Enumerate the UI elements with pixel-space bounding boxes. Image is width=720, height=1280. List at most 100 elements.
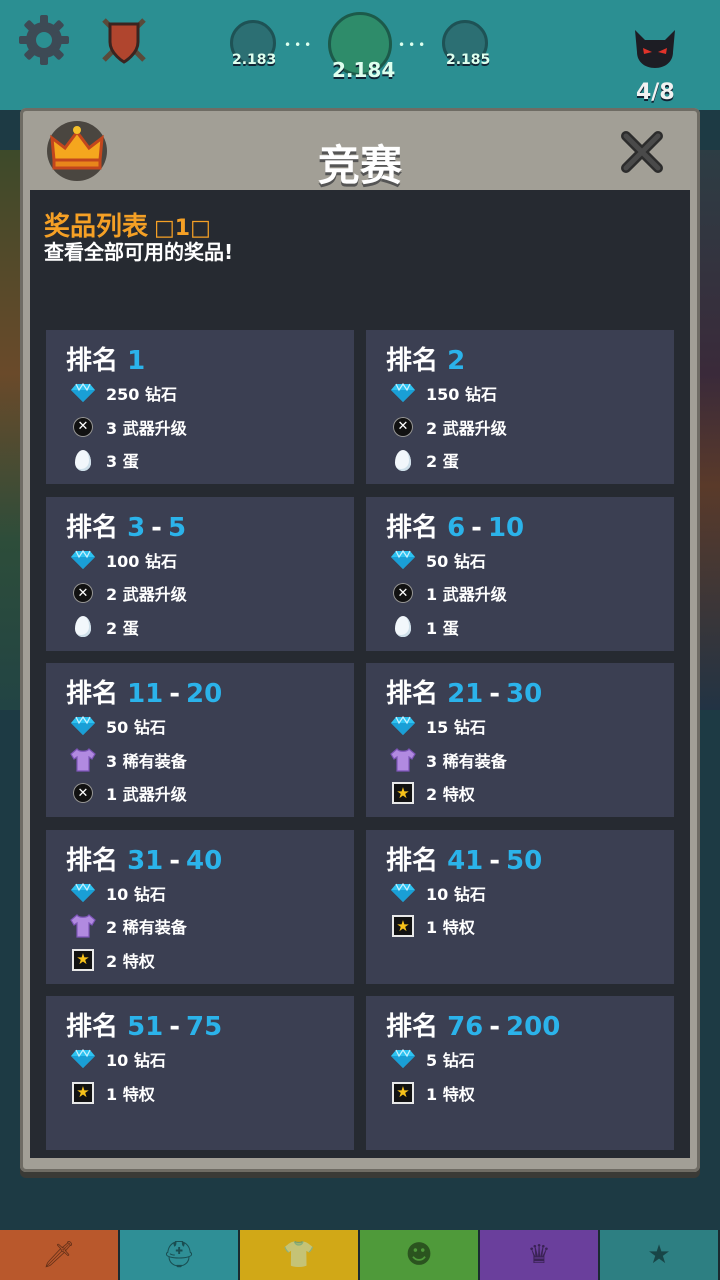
sword-icon: 🗡 — [42, 1240, 76, 1270]
close-icon[interactable] — [616, 126, 668, 178]
reward-row: 15 钻石 — [388, 711, 486, 741]
tab-equipment[interactable]: 👕 — [240, 1230, 360, 1280]
reward-row: 50 钻石 — [68, 711, 166, 741]
reward-text: 5 钻石 — [426, 1051, 475, 1070]
weapon-upgrade-icon: ✕ — [388, 412, 418, 442]
privilege-star-icon: ★ — [68, 1078, 98, 1108]
rank-dash: - — [489, 1012, 501, 1042]
reward-row: 2 稀有装备 — [68, 911, 187, 941]
modal-title: 竞赛 — [317, 141, 402, 190]
monster-icon: ☻ — [405, 1240, 433, 1270]
level-label-next: 2.185 — [446, 52, 491, 68]
settings-gear-icon[interactable] — [14, 10, 74, 70]
reward-row: ✕ 3 武器升级 — [68, 412, 187, 442]
reward-text: 2 武器升级 — [106, 585, 187, 604]
reward-row: 3 蛋 — [68, 445, 139, 475]
rank-from: 1 — [127, 346, 146, 376]
reward-text: 2 武器升级 — [426, 418, 507, 438]
prize-card: 排名 11-20 50 钻石 3 稀有装备 ✕ 1 武器升级 — [46, 663, 354, 817]
boss-face-icon[interactable] — [630, 24, 680, 72]
reward-text: 2 稀有装备 — [106, 918, 187, 937]
rank-from: 41 — [447, 845, 484, 876]
tournament-modal: 竞赛 奖品列表 □1□ 查看全部可用的奖品! 排名 1 250 钻石 ✕ 3 武器升级 3… — [20, 108, 700, 1172]
prize-card: 排名 31-40 10 钻石 2 稀有装备 ★ 2 特权 — [46, 829, 354, 984]
reward-row: 2 蛋 — [68, 612, 139, 642]
egg-icon — [388, 612, 418, 642]
reward-row: 50 钻石 — [388, 545, 486, 575]
tab-achievements[interactable]: ★ — [600, 1230, 720, 1280]
rank-label: 排名 — [386, 679, 448, 709]
rank-to: 20 — [186, 679, 223, 709]
tab-pets[interactable]: ☻ — [360, 1230, 480, 1280]
rank-to: 40 — [186, 845, 223, 876]
reward-text: 2 特权 — [426, 785, 475, 804]
rank-dash: - — [489, 679, 501, 709]
egg-icon — [68, 445, 98, 475]
rank-to: 200 — [506, 1012, 561, 1042]
prize-card: 排名 76-200 5 钻石 ★ 1 特权 — [366, 996, 674, 1150]
reward-row: 3 稀有装备 — [388, 745, 507, 775]
rank-dash: - — [151, 512, 162, 543]
prize-card: 排名 41-50 10 钻石 ★ 1 特权 — [366, 829, 674, 984]
level-path-dots: ••• — [284, 38, 315, 52]
rank-dash: - — [471, 512, 482, 543]
rank-from: 31 — [127, 845, 164, 876]
reward-text: 3 稀有装备 — [426, 751, 507, 771]
prize-card: 排名 51-75 10 钻石 ★ 1 特权 — [46, 996, 354, 1150]
reward-row: 250 钻石 — [68, 378, 177, 408]
privilege-star-icon: ★ — [388, 911, 418, 941]
reward-text: 2 蛋 — [106, 618, 139, 638]
prize-card: 排名 21-30 15 钻石 3 稀有装备 ★ 2 特权 — [366, 663, 674, 817]
guild-shield-icon[interactable] — [96, 12, 152, 68]
reward-text: 1 特权 — [426, 1084, 475, 1104]
rank-dash: - — [169, 845, 181, 876]
reward-text: 1 特权 — [106, 1084, 155, 1104]
reward-text: 2 蛋 — [426, 452, 459, 471]
diamond-icon — [68, 378, 98, 408]
diamond-icon — [68, 545, 98, 575]
rank-label: 排名 — [66, 346, 128, 376]
boss-icon: ♛ — [527, 1240, 551, 1270]
reward-row: ★ 1 特权 — [388, 1078, 475, 1108]
rank-to: 10 — [487, 512, 525, 543]
prize-card: 排名 6-10 50 钻石 ✕ 1 武器升级 1 蛋 — [366, 496, 674, 651]
reward-row: 1 蛋 — [388, 612, 459, 642]
reward-row: 10 钻石 — [68, 878, 166, 908]
rank-range-title: 排名 51-75 — [66, 1006, 222, 1043]
diamond-icon — [68, 711, 98, 741]
reward-row: ★ 1 特权 — [68, 1078, 155, 1108]
reward-text: 50 钻石 — [106, 718, 166, 737]
prize-list-subtitle: 查看全部可用的奖品! — [44, 240, 234, 264]
rank-range-title: 排名 1 — [66, 340, 145, 377]
reward-text: 1 武器升级 — [106, 785, 187, 804]
bottom-navigation-bar: 🗡 ⛑ 👕 ☻ ♛ ★ — [0, 1230, 720, 1280]
tab-weapons[interactable]: 🗡 — [0, 1230, 120, 1280]
rank-from: 21 — [447, 679, 484, 709]
star-icon: ★ — [647, 1240, 671, 1270]
reward-text: 10 钻石 — [106, 884, 166, 904]
rank-range-title: 排名 6-10 — [386, 507, 524, 544]
rank-range-title: 排名 3-5 — [66, 507, 186, 544]
rank-range-title: 排名 31-40 — [66, 840, 222, 877]
tab-boss[interactable]: ♛ — [480, 1230, 600, 1280]
rank-range-title: 排名 76-200 — [386, 1006, 560, 1043]
prize-list-panel: 奖品列表 □1□ 查看全部可用的奖品! 排名 1 250 钻石 ✕ 3 武器升级 3 蛋排… — [30, 190, 690, 1158]
level-label-previous: 2.183 — [232, 52, 277, 68]
reward-text: 3 蛋 — [106, 452, 139, 471]
diamond-icon — [388, 545, 418, 575]
prize-card: 排名 2 150 钻石 ✕ 2 武器升级 2 蛋 — [366, 330, 674, 484]
reward-row: ✕ 1 武器升级 — [388, 578, 507, 608]
rank-from: 2 — [447, 346, 466, 376]
diamond-icon — [388, 378, 418, 408]
rank-range-title: 排名 21-30 — [386, 673, 542, 710]
rare-gear-icon — [68, 911, 98, 941]
tab-heroes[interactable]: ⛑ — [120, 1230, 240, 1280]
reward-text: 250 钻石 — [106, 385, 177, 404]
reward-row: 2 蛋 — [388, 445, 459, 475]
level-path-dots: ••• — [398, 38, 429, 52]
rank-range-title: 排名 11-20 — [66, 673, 222, 710]
rank-dash: - — [169, 679, 181, 709]
reward-row: ✕ 1 武器升级 — [68, 778, 187, 808]
rank-to: 5 — [167, 512, 187, 543]
diamond-icon — [388, 1044, 418, 1074]
